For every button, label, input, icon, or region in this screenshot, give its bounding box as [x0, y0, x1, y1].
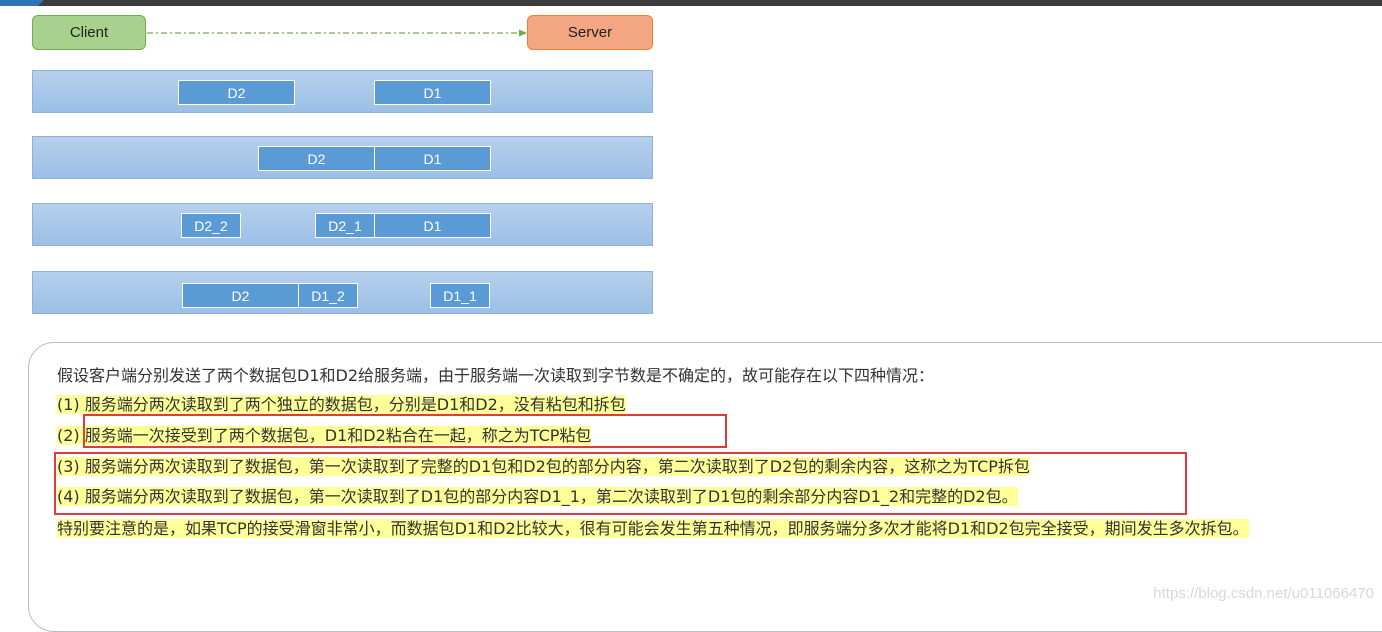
lane-case-2: D2 D1	[32, 136, 653, 179]
case-3-highlight: (3) 服务端分两次读取到了数据包，第一次读取到了完整的D1包和D2包的部分内容…	[57, 457, 1030, 476]
case-2-highlight: (2) 服务端一次接受到了两个数据包，D1和D2粘合在一起，称之为TCP粘包	[57, 426, 592, 445]
case-4-text: (4) 服务端分两次读取到了数据包，第一次读取到了D1包的部分内容D1_1，第二…	[57, 486, 1018, 508]
packet-d2: D2	[178, 80, 295, 105]
packet-d2: D2	[258, 146, 375, 171]
client-server-connection	[147, 29, 527, 37]
intro-text: 假设客户端分别发送了两个数据包D1和D2给服务端，由于服务端一次读取到字节数是不…	[57, 366, 935, 385]
packet-d2: D2	[182, 283, 299, 308]
lane-case-1: D2 D1	[32, 70, 653, 113]
note-highlight: 特别要注意的是，如果TCP的接受滑窗非常小，而数据包D1和D2比较大，很有可能会…	[57, 519, 1249, 538]
case-4-highlight: (4) 服务端分两次读取到了数据包，第一次读取到了D1包的部分内容D1_1，第二…	[57, 487, 1018, 506]
watermark: https://blog.csdn.net/u011066470	[1153, 585, 1374, 602]
case-1-highlight: (1) 服务端分两次读取到了两个独立的数据包，分别是D1和D2，没有粘包和拆包	[57, 395, 626, 414]
packet-d1-1: D1_1	[430, 283, 490, 308]
packet-d2-1: D2_1	[315, 213, 375, 238]
packet-d1: D1	[374, 146, 491, 171]
note-text: 特别要注意的是，如果TCP的接受滑窗非常小，而数据包D1和D2比较大，很有可能会…	[57, 515, 1367, 542]
case-1-text: (1) 服务端分两次读取到了两个独立的数据包，分别是D1和D2，没有粘包和拆包	[57, 394, 626, 416]
packet-d1: D1	[374, 213, 491, 238]
packet-d2-2: D2_2	[181, 213, 241, 238]
case-2-text: (2) 服务端一次接受到了两个数据包，D1和D2粘合在一起，称之为TCP粘包	[57, 425, 592, 447]
packet-d1-2: D1_2	[298, 283, 358, 308]
lane-case-4: D2 D1_2 D1_1	[32, 271, 653, 314]
lane-case-3: D2_2 D2_1 D1	[32, 203, 653, 246]
case-3-text: (3) 服务端分两次读取到了数据包，第一次读取到了完整的D1包和D2包的部分内容…	[57, 456, 1030, 478]
packet-d1: D1	[374, 80, 491, 105]
